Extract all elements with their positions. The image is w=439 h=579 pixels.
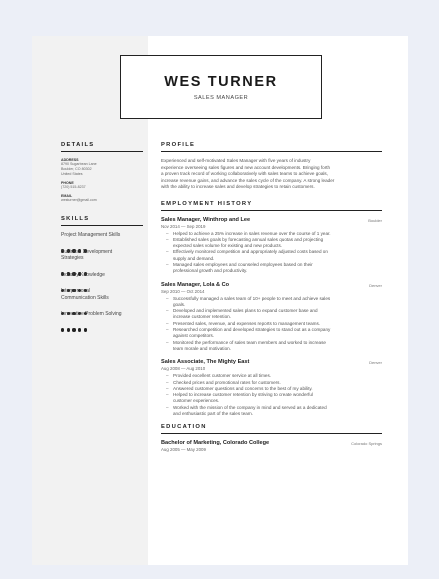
entry-header: Bachelor of Marketing, Colorado College C… <box>161 440 382 447</box>
profile-text-line: with the ability to increase sales and d… <box>161 184 315 189</box>
entry-header: Sales Manager, Winthrop and Lee Boulder <box>161 217 382 224</box>
bullet-item: Monitored the performance of sales team … <box>161 340 382 353</box>
skill-name: Project Management Skills <box>61 232 143 239</box>
skill-name-line: Innovative Problem Solving <box>61 311 122 317</box>
skill-item: Interpersonal Communication Skills <box>61 288 143 315</box>
skill-item: Innovative Problem Solving <box>61 311 143 332</box>
bullet-item: Worked with the mission of the company i… <box>161 405 382 418</box>
skill-name: Industry Knowledge <box>61 272 143 279</box>
entry-location: Denver <box>369 282 382 288</box>
entry-header: Sales Manager, Lola & Co Denver <box>161 282 382 289</box>
candidate-title: SALES MANAGER <box>193 95 249 101</box>
bullet-item: Helped to increase customer retention by… <box>161 392 382 405</box>
address-block: ADDRESS 8790 Sugarbean Lane Boulder, CO … <box>61 158 143 177</box>
job-entry: Sales Manager, Winthrop and Lee Boulder No… <box>161 217 382 275</box>
employment-heading: EMPLOYMENT HISTORY <box>161 201 382 211</box>
skills-heading: SKILLS <box>61 216 143 226</box>
rating-dot <box>66 328 71 332</box>
profile-heading: PROFILE <box>161 142 382 152</box>
entry-dates: Sep 2010 — Oct 2014 <box>161 288 205 294</box>
bullet-item: Successfully managed a sales team of 10+… <box>161 296 382 309</box>
skill-item: Industry Knowledge <box>61 272 143 292</box>
entry-dates: Nov 2014 — Sep 2019 <box>161 223 206 229</box>
skill-name: Innovative Problem Solving <box>61 311 143 318</box>
education-heading: EDUCATION <box>161 424 382 435</box>
employment-list: Sales Manager, Winthrop and Lee Boulder No… <box>161 217 382 418</box>
entry-dates: Aug 2005 — May 2009 <box>161 447 206 453</box>
skill-name-line: Strategies <box>61 255 84 261</box>
job-title: Sales Manager, Winthrop and Lee <box>161 216 251 223</box>
skill-name-line: Industry Knowledge <box>61 271 105 278</box>
skill-rating <box>61 240 143 253</box>
entry-location: Boulder <box>368 217 382 223</box>
bullet-line: and enthusiastic part of the sales team. <box>173 411 253 417</box>
bullet-line: professional growth and productivity. <box>173 268 248 274</box>
degree-title: Bachelor of Marketing, Colorado College <box>161 440 270 447</box>
details-heading: DETAILS <box>61 142 143 152</box>
phone-value: (720) 515-8237 <box>61 185 86 189</box>
main-content: PROFILE Experienced and self-motivated S… <box>161 142 382 459</box>
sidebar: DETAILS ADDRESS 8790 Sugarbean Lane Boul… <box>61 142 143 332</box>
skills-list: Project Management Skills Business Develo… <box>61 232 143 332</box>
job-title: Sales Manager, Lola & Co <box>161 281 230 288</box>
address-line: United States <box>61 172 83 176</box>
skill-rating <box>61 263 143 276</box>
skill-name-line: Project Management Skills <box>61 232 121 238</box>
skill-rating <box>61 302 143 315</box>
bullet-item: Established sales goals by forecasting a… <box>161 237 382 250</box>
candidate-name: WES TURNER <box>164 74 278 90</box>
entry-header: Sales Associate, The Mighty East Denver <box>161 359 382 366</box>
rating-dot <box>61 328 65 332</box>
entry-location: Colorado Springs <box>351 441 382 447</box>
education-list: Bachelor of Marketing, Colorado College C… <box>161 440 382 452</box>
bullet-line: team morale and motivation. <box>173 345 231 351</box>
education-entry: Bachelor of Marketing, Colorado College C… <box>161 440 382 452</box>
skill-name: Business Development Strategies <box>61 249 143 262</box>
job-entry: Sales Manager, Lola & Co Denver Sep 2010 —… <box>161 282 382 353</box>
email-value: westurner@gmail.com <box>61 198 97 202</box>
entry-dates: Aug 2008 — Aug 2010 <box>161 366 206 372</box>
skill-item: Project Management Skills <box>61 232 143 253</box>
email-block: EMAIL westurner@gmail.com <box>61 194 143 203</box>
resume-page: WES TURNER SALES MANAGER DETAILS ADDRESS… <box>32 36 408 565</box>
skill-name-line: Communication Skills <box>61 294 109 301</box>
phone-block: PHONE (720) 515-8237 <box>61 181 143 190</box>
bullet-item: Effectively monitored competition and ap… <box>161 249 382 262</box>
bullet-item: Developed and implemented sales plans to… <box>161 308 382 321</box>
skill-item: Business Development Strategies <box>61 249 143 276</box>
profile-summary: Experienced and self-motivated Sales Man… <box>161 158 382 191</box>
bullet-item: Managed sales employees and counseled em… <box>161 262 382 275</box>
name-header-box: WES TURNER SALES MANAGER <box>120 55 322 119</box>
bullet-item: Researched competition and developed str… <box>161 327 382 340</box>
skill-name: Interpersonal Communication Skills <box>61 288 143 301</box>
job-title: Sales Associate, The Mighty East <box>161 359 250 366</box>
rating-dot <box>72 328 76 332</box>
skill-rating <box>61 279 143 292</box>
skill-rating <box>61 319 143 332</box>
entry-location: Denver <box>369 360 382 366</box>
job-entry: Sales Associate, The Mighty East Denver Au… <box>161 359 382 417</box>
rating-dot <box>83 328 88 332</box>
